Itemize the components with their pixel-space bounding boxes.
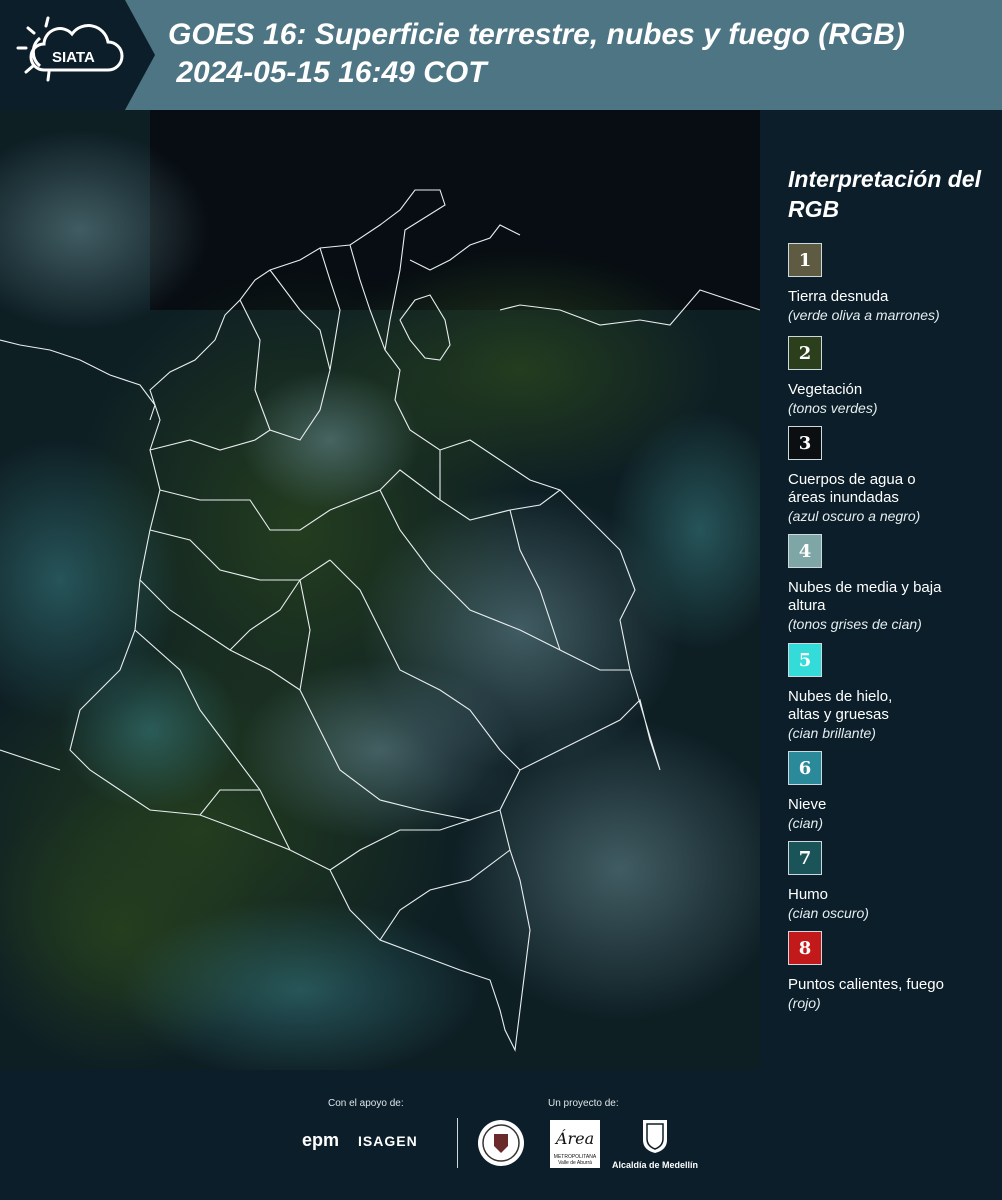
legend-item-mid-low-clouds: 4 Nubes de media y baja altura (tonos gr…: [788, 534, 998, 633]
legend-item-fire: 8 Puntos calientes, fuego (rojo): [788, 931, 998, 1012]
satellite-image: [0, 110, 760, 1070]
legend-item-bare-soil: 1 Tierra desnuda (verde oliva a marrones…: [788, 243, 998, 324]
area-metropolitana-logo: Área METROPOLITANA Valle de Aburrá: [550, 1120, 600, 1168]
legend-item-label: Tierra desnuda: [788, 288, 889, 305]
legend-item-ice-clouds: 5 Nubes de hielo, altas y gruesas (cian …: [788, 643, 998, 742]
epm-logo: epm: [302, 1130, 340, 1150]
satellite-map: [0, 110, 760, 1070]
header-bar: SIATA GOES 16: Superficie terrestre, nub…: [0, 0, 1002, 110]
project-label: Un proyecto de:: [548, 1098, 619, 1109]
area-logo-subtitle: METROPOLITANA Valle de Aburrá: [553, 1154, 597, 1166]
legend-item-label: Puntos calientes, fuego: [788, 976, 944, 993]
legend-item-label: Vegetación: [788, 381, 863, 398]
legend-item-desc: (rojo): [788, 995, 821, 1011]
footer: Con el apoyo de: Un proyecto de: epm ISA…: [0, 1070, 1002, 1200]
university-seal-icon: [478, 1120, 524, 1166]
legend-item-label: Cuerpos de agua o áreas inundadas: [788, 471, 916, 506]
legend-item-desc: (azul oscuro a negro): [788, 508, 921, 524]
legend-item-water: 3 Cuerpos de agua o áreas inundadas (azu…: [788, 426, 998, 525]
legend-item-desc: (tonos grises de cian): [788, 616, 922, 632]
legend-item-desc: (cian oscuro): [788, 905, 869, 921]
legend-item-label: Nubes de hielo, altas y gruesas: [788, 688, 893, 723]
siata-logo: SIATA: [0, 0, 155, 110]
legend-item-desc: (tonos verdes): [788, 400, 878, 416]
legend-swatch: 4: [788, 534, 822, 568]
legend-title: Interpretación del RGB: [788, 166, 981, 222]
alcaldia-logo-text: Alcaldía de Medellín: [612, 1160, 699, 1170]
legend-item-snow: 6 Nieve (cian): [788, 751, 998, 832]
legend-swatch: 2: [788, 336, 822, 370]
legend-swatch: 8: [788, 931, 822, 965]
legend-item-vegetation: 2 Vegetación (tonos verdes): [788, 336, 998, 417]
legend-item-label: Nubes de media y baja altura: [788, 579, 942, 614]
isagen-logo: ISAGEN: [358, 1133, 418, 1149]
legend-item-desc: (verde oliva a marrones): [788, 307, 940, 323]
legend-item-desc: (cian brillante): [788, 725, 876, 741]
legend-item-desc: (cian): [788, 815, 824, 831]
legend-swatch: 5: [788, 643, 822, 677]
medellin-shield-icon: [643, 1120, 667, 1153]
page-title: GOES 16: Superficie terrestre, nubes y f…: [168, 18, 905, 89]
support-label: Con el apoyo de:: [328, 1098, 404, 1109]
legend-item-label: Nieve: [788, 796, 827, 813]
legend-swatch: 3: [788, 426, 822, 460]
legend-item-label: Humo: [788, 886, 829, 903]
area-logo-text: Área: [555, 1129, 595, 1148]
legend-swatch: 6: [788, 751, 822, 785]
legend-swatch: 7: [788, 841, 822, 875]
siata-logo-text: SIATA: [52, 49, 95, 66]
footer-divider: [457, 1118, 458, 1168]
legend-item-smoke: 7 Humo (cian oscuro): [788, 841, 998, 922]
rgb-legend: Interpretación del RGB 1 Tierra desnuda …: [776, 110, 1002, 1070]
legend-swatch: 1: [788, 243, 822, 277]
